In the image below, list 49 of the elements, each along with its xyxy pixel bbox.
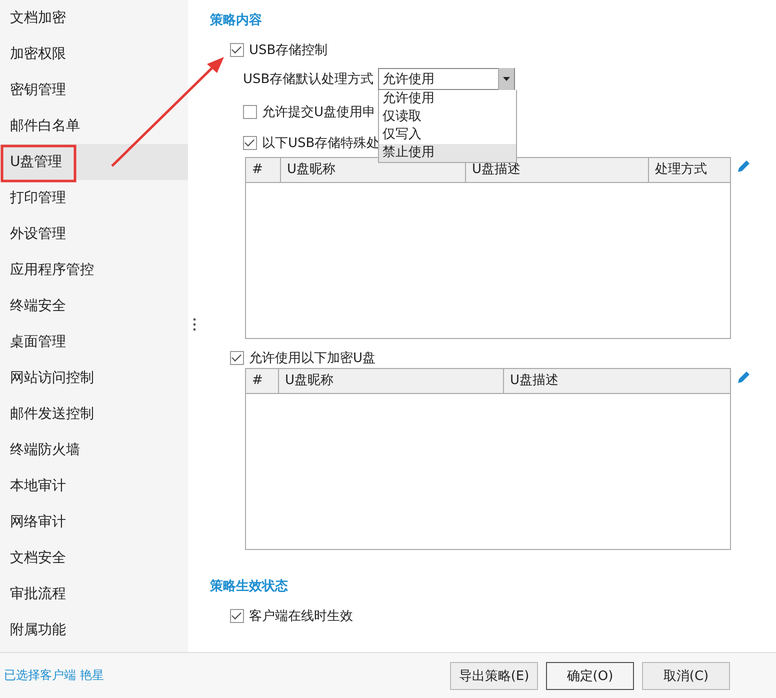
- sidebar-item[interactable]: 桌面管理: [0, 324, 188, 360]
- sidebar-item[interactable]: 网络审计: [0, 504, 188, 540]
- sidebar-item[interactable]: 外设管理: [0, 216, 188, 252]
- sidebar-item[interactable]: 邮件白名单: [0, 108, 188, 144]
- checkbox[interactable]: [230, 609, 244, 623]
- column-header: U盘昵称: [279, 369, 504, 393]
- section-heading: 策略生效状态: [210, 578, 289, 596]
- footer-button[interactable]: 导出策略(E): [450, 662, 538, 690]
- pencil-icon[interactable]: [737, 159, 751, 173]
- sidebar-item[interactable]: 审批流程: [0, 576, 188, 612]
- checkbox[interactable]: [230, 351, 244, 365]
- checkbox-label: USB存储控制: [249, 42, 328, 59]
- column-header: 处理方式: [654, 161, 708, 179]
- sidebar-item[interactable]: 加密权限: [0, 36, 188, 72]
- sidebar-item[interactable]: 终端防火墙: [0, 432, 188, 468]
- column-header: U盘描述: [466, 158, 649, 182]
- column-header: #: [246, 369, 279, 393]
- sidebar-item[interactable]: 密钥管理: [0, 72, 188, 108]
- column-header: U盘描述: [509, 372, 560, 390]
- sidebar-item[interactable]: 文档安全: [0, 540, 188, 576]
- dropdown-option[interactable]: 禁止使用: [378, 144, 516, 162]
- checkbox[interactable]: [243, 105, 257, 119]
- dropdown-option[interactable]: 仅读取: [378, 108, 516, 126]
- sidebar-item[interactable]: 网站访问控制: [0, 360, 188, 396]
- footer-button[interactable]: 确定(O): [546, 662, 634, 690]
- field-label: USB存储默认处理方式: [243, 71, 374, 88]
- dropdown-option[interactable]: 允许使用: [378, 90, 516, 108]
- checkbox-label: 客户端在线时生效: [249, 608, 353, 625]
- sidebar-item[interactable]: 邮件发送控制: [0, 396, 188, 432]
- caret-icon: [502, 77, 510, 81]
- checkbox[interactable]: [230, 43, 244, 57]
- sidebar-item[interactable]: 文档加密: [0, 0, 188, 36]
- dropdown-option[interactable]: 仅写入: [378, 126, 516, 144]
- column-header: #: [246, 158, 281, 182]
- sidebar-item[interactable]: 终端安全: [0, 288, 188, 324]
- checkbox[interactable]: [243, 136, 257, 150]
- splitter-handle-icon[interactable]: [192, 318, 196, 330]
- sidebar-item[interactable]: U盘管理: [0, 144, 188, 180]
- footer-button[interactable]: 取消(C): [642, 662, 730, 690]
- checkbox-label: 允许使用以下加密U盘: [249, 350, 376, 367]
- checkbox-label: 允许提交U盘使用申: [262, 104, 376, 121]
- sidebar-item[interactable]: 附属功能: [0, 612, 188, 648]
- checkbox-label: 以下USB存储特殊处: [262, 135, 380, 152]
- section-heading: 策略内容: [210, 12, 263, 30]
- dropdown[interactable]: 允许使用: [378, 68, 515, 90]
- sidebar-item[interactable]: 打印管理: [0, 180, 188, 216]
- sidebar-item[interactable]: 本地审计: [0, 468, 188, 504]
- sidebar-item[interactable]: 应用程序管控: [0, 252, 188, 288]
- pencil-icon[interactable]: [737, 370, 751, 384]
